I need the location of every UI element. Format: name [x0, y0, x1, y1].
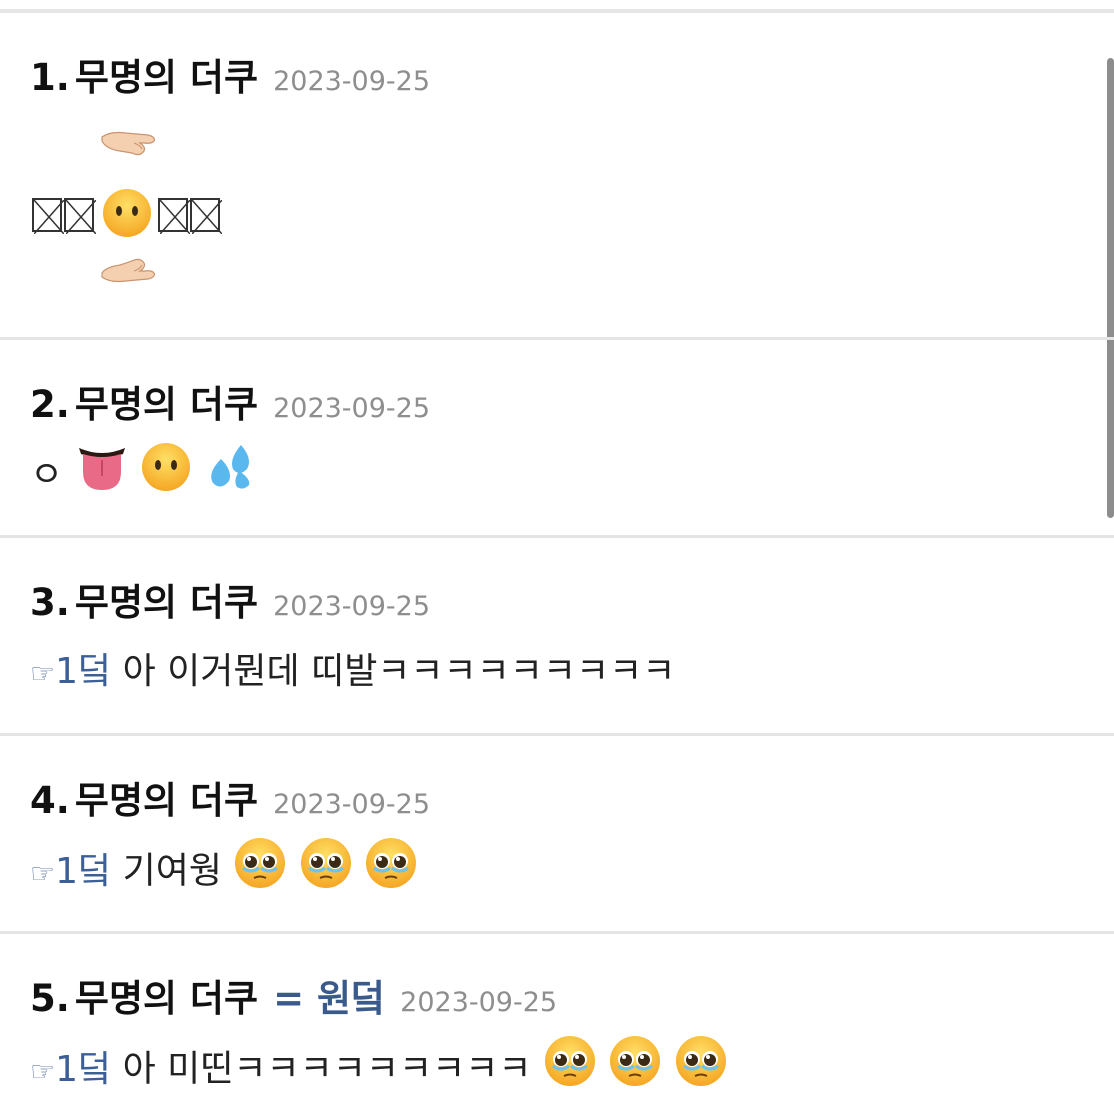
comment-item: 5. 무명의 더쿠 = 원덬 2023-09-25 ☞1덬 아 미띤ㅋㅋㅋㅋㅋㅋ… [0, 934, 1114, 1107]
comment-header: 5. 무명의 더쿠 = 원덬 2023-09-25 [30, 968, 557, 1022]
comment-author[interactable]: 무명의 더쿠 [75, 779, 258, 822]
reply-ref[interactable]: 1덬 [55, 651, 111, 692]
comment-body: ㅇ [30, 440, 257, 503]
comment-number: 5. [30, 977, 70, 1020]
comment-body: ☞1덬 아 이거뭔데 띠발ㅋㅋㅋㅋㅋㅋㅋㅋㅋ [30, 642, 675, 694]
face-without-mouth-icon [101, 187, 153, 243]
reply-ref[interactable]: 1덬 [55, 851, 111, 892]
body-text: 아 미띤ㅋㅋㅋㅋㅋㅋㅋㅋㅋ [111, 1048, 543, 1090]
pointing-hand-icon: ☞ [30, 856, 56, 890]
comment-header: 3. 무명의 더쿠 2023-09-25 [30, 572, 430, 626]
face-holding-back-tears-icon [674, 1034, 728, 1097]
comment-author[interactable]: 무명의 더쿠 [75, 383, 258, 426]
comment-number: 1. [30, 56, 70, 99]
comment-number: 4. [30, 779, 70, 822]
face-holding-back-tears-icon [543, 1034, 597, 1097]
comment-number: 2. [30, 383, 70, 426]
missing-glyph-box [158, 198, 191, 234]
pointing-hand-icon: ☞ [30, 657, 56, 690]
comment-body: ☞1덬 아 미띤ㅋㅋㅋㅋㅋㅋㅋㅋㅋ [30, 1034, 728, 1097]
comment-date: 2023-09-25 [400, 987, 558, 1018]
comment-item: 1. 무명의 더쿠 2023-09-25 [0, 17, 1114, 340]
comment-author[interactable]: 무명의 더쿠 [75, 977, 258, 1020]
comment-date: 2023-09-25 [273, 789, 431, 820]
comment-header: 4. 무명의 더쿠 2023-09-25 [30, 770, 430, 824]
face-holding-back-tears-icon [364, 836, 418, 899]
comment-body: ☞1덬 기여웡 [30, 836, 418, 899]
comment-author[interactable]: 무명의 더쿠 [75, 581, 258, 624]
reply-ref[interactable]: 1덬 [55, 1049, 111, 1090]
face-holding-back-tears-icon [608, 1034, 662, 1097]
body-prefix: ㅇ [30, 454, 64, 496]
reply-link[interactable]: ☞1덬 [30, 651, 111, 692]
reply-link[interactable]: ☞1덬 [30, 851, 111, 892]
sweat-droplets-icon [203, 441, 257, 502]
comment-date: 2023-09-25 [273, 66, 431, 97]
comment-header: 2. 무명의 더쿠 2023-09-25 [30, 374, 430, 428]
comment-item: 3. 무명의 더쿠 2023-09-25 ☞1덬 아 이거뭔데 띠발ㅋㅋㅋㅋㅋㅋ… [0, 538, 1114, 736]
palm-up-hand-icon [100, 253, 158, 293]
comment-item: 4. 무명의 더쿠 2023-09-25 ☞1덬 기여웡 [0, 736, 1114, 934]
comment-item: 2. 무명의 더쿠 2023-09-25 ㅇ [0, 340, 1114, 538]
body-text: 아 이거뭔데 띠발ㅋㅋㅋㅋㅋㅋㅋㅋㅋ [111, 651, 676, 692]
top-divider [0, 0, 1114, 13]
missing-glyph-box [64, 198, 96, 234]
reply-link[interactable]: ☞1덬 [30, 1049, 111, 1090]
face-holding-back-tears-icon [299, 836, 353, 899]
body-text: 기여웡 [111, 850, 222, 892]
comment-number: 3. [30, 581, 70, 624]
comment-date: 2023-09-25 [273, 393, 431, 424]
pointing-hand-icon: ☞ [30, 1054, 56, 1088]
face-without-mouth-icon [140, 441, 192, 502]
comment-date: 2023-09-25 [273, 591, 431, 622]
face-holding-back-tears-icon [233, 836, 287, 899]
comment-header: 1. 무명의 더쿠 2023-09-25 [30, 47, 430, 101]
author-tag: = 원덬 [273, 977, 386, 1020]
tongue-icon [75, 440, 129, 503]
palm-down-hand-icon [100, 127, 158, 167]
comment-author[interactable]: 무명의 더쿠 [75, 56, 258, 99]
comment-body [32, 187, 223, 243]
missing-glyph-box [32, 198, 64, 234]
missing-glyph-box [190, 198, 223, 234]
